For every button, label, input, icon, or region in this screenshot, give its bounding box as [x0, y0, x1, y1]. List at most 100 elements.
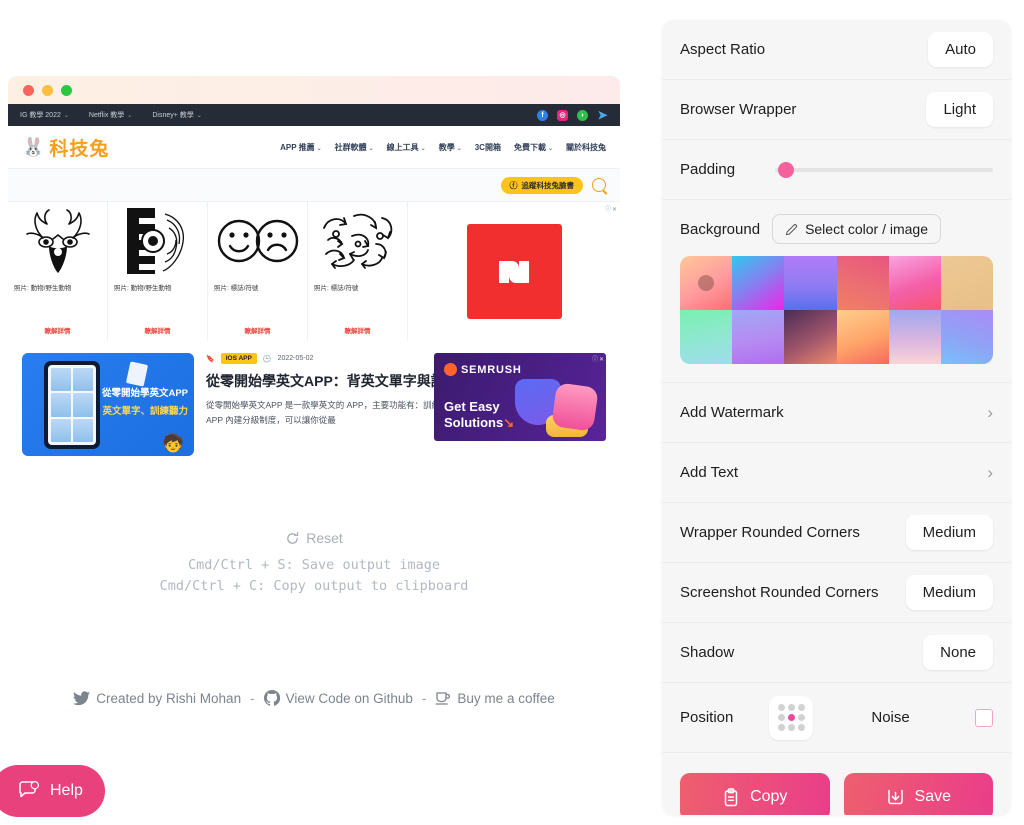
- background-swatch-sky-violet[interactable]: [940, 310, 993, 364]
- copy-button[interactable]: Copy: [680, 773, 830, 815]
- nav-item-download[interactable]: 免費下載 ⌄: [514, 142, 553, 153]
- position-dot-5[interactable]: [798, 713, 806, 721]
- article-tag[interactable]: IOS APP: [220, 353, 257, 364]
- site-brand-name: 科技兔: [49, 138, 110, 160]
- instagram-icon[interactable]: ◎: [557, 109, 568, 121]
- position-dot-0[interactable]: [777, 703, 785, 711]
- padding-slider-thumb[interactable]: [777, 161, 794, 178]
- wrapper-rounded-value-button[interactable]: Medium: [905, 515, 993, 550]
- shortcut-copy: Cmd/Ctrl + C: Copy output to clipboard: [159, 577, 469, 594]
- padding-slider-track[interactable]: [775, 161, 993, 178]
- site-subbar: ⓕ 追蹤科技兔臉書: [8, 168, 620, 201]
- telegram-icon[interactable]: ➤: [597, 108, 608, 122]
- photo-card-strip: ⓘ✕ 照片: 動物/野生動物 瞭解詳情 照片: 動物/野生動物 瞭解詳情 照片:…: [8, 201, 620, 341]
- position-dot-8[interactable]: [798, 724, 806, 732]
- photo-card-more-link[interactable]: 瞭解詳情: [214, 325, 301, 335]
- position-dot-7[interactable]: [787, 724, 795, 732]
- facebook-icon: ⓕ: [509, 180, 518, 190]
- nav-item-3c[interactable]: 3C開箱: [475, 142, 501, 153]
- deer-icon: [14, 206, 101, 276]
- chevron-down-icon: ⌄: [368, 145, 374, 152]
- topbar-item-ig[interactable]: IG 教學 2022 ⌄: [20, 110, 69, 120]
- position-dot-6[interactable]: [777, 724, 785, 732]
- site-navigation: 🐰 科技兔 APP 推薦 ⌄ 社群軟體 ⌄ 線上工具 ⌄ 教學 ⌄ 3C開箱 免費下載 ⌄…: [8, 126, 620, 168]
- footer-separator: -: [250, 690, 255, 706]
- select-color-image-label: Select color / image: [805, 221, 929, 237]
- settings-panel: Aspect Ratio Auto Browser Wrapper Light …: [662, 20, 1011, 815]
- footer-link-github[interactable]: View Code on Github: [263, 690, 413, 706]
- nav-item-tools[interactable]: 線上工具 ⌄: [387, 142, 426, 153]
- background-swatch-violet-indigo[interactable]: [784, 256, 837, 310]
- photo-card-more-link[interactable]: 瞭解詳情: [314, 325, 401, 335]
- aspect-ratio-value-button[interactable]: Auto: [928, 32, 993, 67]
- follow-facebook-button[interactable]: ⓕ 追蹤科技兔臉書: [500, 176, 583, 194]
- line-icon[interactable]: ◗: [577, 109, 588, 121]
- nav-item-tutorial[interactable]: 教學 ⌄: [439, 142, 462, 153]
- refresh-icon: [287, 531, 299, 544]
- background-swatch-peach-rose[interactable]: [680, 256, 733, 310]
- chevron-down-icon: ⌄: [63, 113, 69, 119]
- position-dot-4[interactable]: [787, 713, 795, 721]
- article-thumbnail[interactable]: 從零開始學英文APP 英文單字、訓練聽力 🧒: [22, 353, 194, 456]
- background-swatch-grid[interactable]: [680, 256, 993, 364]
- chevron-down-icon: ⌄: [316, 145, 322, 152]
- footer-link-coffee[interactable]: Buy me a coffee: [435, 690, 555, 706]
- background-swatch-apricot-coral[interactable]: [836, 310, 889, 364]
- background-swatch-pink-magenta[interactable]: [888, 256, 941, 310]
- background-swatch-cyan-magenta[interactable]: [732, 256, 785, 310]
- ad-headline: Get Easy Solutions↘: [444, 399, 514, 432]
- position-label: Position: [680, 709, 734, 726]
- browser-wrapper-value-button[interactable]: Light: [926, 92, 993, 127]
- topbar-item-disney[interactable]: Disney+ 教學 ⌄: [152, 110, 201, 120]
- traffic-light-maximize-icon: [61, 84, 72, 96]
- background-swatch-mint-sky[interactable]: [680, 310, 733, 364]
- search-icon[interactable]: [592, 178, 606, 192]
- position-grid[interactable]: [769, 695, 814, 740]
- nav-item-label: 3C開箱: [474, 142, 501, 152]
- site-brand[interactable]: 🐰 科技兔: [22, 134, 109, 161]
- setting-row-add-text[interactable]: Add Text ›: [662, 443, 1011, 503]
- setting-row-padding: Padding: [662, 140, 1011, 200]
- background-swatch-lilac-violet[interactable]: [732, 310, 785, 364]
- photo-card[interactable]: 照片: 標誌/符號 瞭解詳情: [208, 202, 308, 341]
- nav-item-social[interactable]: 社群軟體 ⌄: [335, 142, 374, 153]
- save-button[interactable]: Save: [843, 773, 993, 815]
- position-dot-3[interactable]: [777, 713, 785, 721]
- background-swatch-sand-tan[interactable]: [940, 256, 993, 310]
- shadow-value-button[interactable]: None: [923, 635, 993, 670]
- background-swatch-periwinkle-blush[interactable]: [888, 310, 941, 364]
- nav-item-app[interactable]: APP 推薦 ⌄: [280, 142, 322, 153]
- footer-link-twitter[interactable]: Created by Rishi Mohan: [73, 691, 241, 706]
- position-dot-1[interactable]: [787, 703, 795, 711]
- facebook-icon[interactable]: f: [537, 109, 548, 121]
- photo-card-more-link[interactable]: 瞭解詳情: [114, 325, 201, 335]
- ad-choices-icon[interactable]: ⓘ✕: [592, 354, 605, 363]
- semrush-logo: SEMRUSH: [444, 363, 522, 376]
- noise-checkbox[interactable]: [975, 708, 993, 727]
- photo-card[interactable]: 照片: 標誌/符號 瞭解詳情: [308, 202, 408, 341]
- clipboard-icon: [724, 787, 738, 806]
- padding-slider[interactable]: [775, 161, 993, 178]
- reset-row: Reset: [0, 530, 628, 549]
- setting-row-wrapper-rounded-corners: Wrapper Rounded Corners Medium: [662, 503, 1011, 563]
- photo-card[interactable]: 照片: 動物/野生動物 瞭解詳情: [8, 202, 108, 341]
- setting-row-add-watermark[interactable]: Add Watermark ›: [662, 383, 1011, 443]
- screenshot-preview[interactable]: IG 教學 2022 ⌄ Netflix 教學 ⌄ Disney+ 教學 ⌄ f ◎ …: [8, 76, 620, 496]
- ad-choices-icon[interactable]: ⓘ✕: [605, 204, 618, 213]
- background-swatch-crimson-coral[interactable]: [836, 256, 889, 310]
- position-dot-2[interactable]: [798, 703, 806, 711]
- select-color-image-button[interactable]: Select color / image: [772, 214, 942, 244]
- setting-row-browser-wrapper: Browser Wrapper Light: [662, 80, 1011, 140]
- editor-area: IG 教學 2022 ⌄ Netflix 教學 ⌄ Disney+ 教學 ⌄ f ◎ …: [0, 0, 660, 825]
- help-button[interactable]: Help: [0, 765, 105, 817]
- screenshot-rounded-value-button[interactable]: Medium: [905, 575, 993, 610]
- nav-item-about[interactable]: 關於科技兔: [566, 142, 606, 153]
- semrush-ad[interactable]: ⓘ✕ SEMRUSH Get Easy Solutions↘: [434, 353, 606, 441]
- sponsor-logo-card[interactable]: [408, 202, 620, 341]
- photo-card-more-link[interactable]: 瞭解詳情: [14, 325, 101, 335]
- background-swatch-plum-salmon[interactable]: [784, 310, 837, 364]
- add-text-label: Add Text: [680, 464, 739, 481]
- topbar-item-netflix[interactable]: Netflix 教學 ⌄: [89, 110, 132, 120]
- reset-button[interactable]: Reset: [285, 530, 343, 546]
- photo-card[interactable]: 照片: 動物/野生動物 瞭解詳情: [108, 202, 208, 341]
